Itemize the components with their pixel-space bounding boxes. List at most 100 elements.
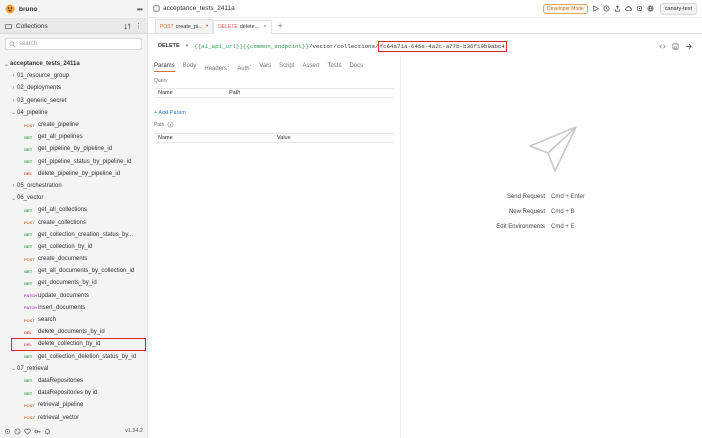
path-section: Path (154, 121, 174, 128)
chevron-right-icon: › (12, 182, 15, 189)
chevron-down-icon: ⌄ (10, 366, 17, 373)
sidebar-request[interactable]: GET get_all_documents_by_collection_id (0, 265, 147, 277)
sidebar-request[interactable]: GET get_all_collections (0, 204, 147, 216)
sort-icon[interactable] (124, 22, 131, 30)
environment-selector[interactable]: canary-test (659, 2, 697, 15)
request-method-badge: DEL (24, 329, 32, 335)
sidebar-folder[interactable]: › 02_deployments (0, 82, 147, 94)
collection-settings-icon[interactable] (636, 5, 643, 12)
sidebar-request[interactable]: GET get_pipeline_status_by_pipeline_id (0, 156, 147, 168)
close-icon[interactable]: × (263, 24, 266, 30)
save-icon[interactable] (672, 43, 679, 50)
sidebar-request[interactable]: PATCH update_documents (0, 290, 147, 302)
sidebar-request[interactable]: POST create_documents (0, 253, 147, 265)
bell-icon[interactable] (44, 428, 51, 435)
tab-headers[interactable]: Headers1 (204, 63, 229, 72)
collection-icon (153, 5, 160, 12)
tab-create-pipeline[interactable]: POST create_pi... • (155, 19, 214, 33)
heart-icon[interactable] (24, 428, 31, 435)
sidebar-request[interactable]: GET get_collection_deletion_status_by_id (0, 351, 147, 363)
request-method-badge: POST (24, 220, 35, 226)
send-arrow-icon[interactable] (685, 43, 692, 50)
runner-icon[interactable] (592, 5, 599, 12)
sidebar-request-label: delete_pipeline_by_pipeline_id (38, 170, 121, 177)
shortcut-label: Send Request (506, 193, 545, 200)
add-param-button[interactable]: + Add Param (154, 110, 186, 116)
url-input[interactable]: {{ai_api_url}} {{common_endpoint}}/vector… (194, 40, 507, 52)
sidebar-folder[interactable]: › 03_generic_secret (0, 95, 147, 107)
query-col-name: Name (158, 90, 173, 96)
more-options-icon[interactable]: ••• (137, 5, 143, 14)
sidebar-request[interactable]: POST search (0, 314, 147, 326)
code-icon[interactable] (659, 43, 666, 50)
cookie-icon[interactable] (14, 428, 21, 435)
app-version: v1.34.2 (124, 428, 143, 434)
tab-body[interactable]: Body (183, 63, 197, 72)
share-icon[interactable] (614, 5, 621, 12)
tab-headers-label: Headers (204, 66, 228, 72)
sidebar-request[interactable]: GET dataRepositories by id (0, 387, 147, 399)
collections-more-icon[interactable]: ⋮ (135, 22, 142, 30)
sidebar-folder[interactable]: ⌄ 04_pipeline (0, 107, 147, 119)
sidebar-header: bruno ••• (0, 0, 147, 18)
sidebar-folder[interactable]: ⌄ 07_retrieval (0, 363, 147, 375)
new-tab-plus-icon[interactable]: + (278, 19, 283, 33)
chevron-right-icon: › (12, 73, 15, 80)
sidebar-request[interactable]: GET get_all_pipelines (0, 131, 147, 143)
bruno-logo-icon (5, 4, 15, 14)
tab-assert[interactable]: Assert (302, 63, 319, 72)
sidebar-request-active[interactable]: DEL delete_collection_by_id (11, 338, 146, 351)
sidebar-request[interactable]: GET get_collection_creation_status_by... (0, 229, 147, 241)
sidebar-folder[interactable]: ⌄ 06_vector (0, 192, 147, 204)
tab-params[interactable]: Params (154, 63, 175, 72)
sidebar-request[interactable]: GET dataRepositories (0, 375, 147, 387)
sidebar-request-label: insert_documents (38, 304, 86, 311)
request-method-badge: GET (24, 207, 33, 213)
sidebar-request[interactable]: POST create_pipeline (0, 119, 147, 131)
sidebar-request[interactable]: GET get_collection_by_id (0, 241, 147, 253)
collection-root[interactable]: ⌄ acceptance_tests_2411a (0, 58, 147, 70)
request-method-badge: POST (24, 402, 35, 408)
clock-icon[interactable] (603, 5, 610, 12)
request-method-badge: GET (24, 146, 33, 152)
url-variable-api-url: {{ai_api_url}} (194, 42, 243, 50)
sidebar-folder-label: 05_orchestration (17, 182, 62, 189)
sidebar-request[interactable]: POST retrieval_vector (0, 411, 147, 423)
developer-mode-badge[interactable]: Developer Mode (543, 3, 588, 14)
sidebar-request[interactable]: PATCH insert_documents (0, 302, 147, 314)
request-method-badge: GET (24, 280, 33, 286)
tab-docs[interactable]: Docs (349, 63, 363, 72)
shortcuts-list: Send Request Cmd + Enter New Request Cmd… (470, 189, 630, 234)
sidebar-request[interactable]: DEL delete_pipeline_by_pipeline_id (0, 168, 147, 180)
settings-icon[interactable] (4, 428, 11, 435)
collections-header[interactable]: Collections ⋮ (0, 18, 147, 34)
collection-title[interactable]: acceptance_tests_2411a (163, 5, 235, 12)
sidebar-request-label: get_documents_by_id (38, 280, 97, 287)
sidebar-folder[interactable]: › 05_orchestration (0, 180, 147, 192)
info-icon[interactable] (167, 121, 174, 128)
environment-settings-icon[interactable] (647, 5, 654, 12)
request-method-badge: GET (24, 244, 33, 250)
pane-divider[interactable] (400, 56, 401, 438)
request-pane-tabs: Params Body Headers1 Auth* Vars Script A… (154, 63, 363, 72)
sidebar-request[interactable]: POST retrieval_pipeline (0, 399, 147, 411)
key-icon[interactable] (34, 428, 41, 435)
url-bar: DELETE ▾ {{ai_api_url}} {{common_endpoint… (148, 38, 702, 54)
sidebar-request[interactable]: GET get_documents_by_id (0, 277, 147, 289)
chevron-down-icon[interactable]: ▾ (186, 43, 189, 49)
cloud-icon[interactable] (625, 5, 632, 12)
tab-tests[interactable]: Tests (327, 63, 341, 72)
query-section-label: Query (154, 78, 168, 84)
tab-auth[interactable]: Auth* (237, 63, 251, 72)
method-selector[interactable]: DELETE (158, 43, 180, 49)
sidebar-request[interactable]: POST create_collections (0, 216, 147, 228)
query-table-header: Name Path (154, 88, 394, 98)
tab-script[interactable]: Script (279, 63, 294, 72)
sidebar-folder[interactable]: › 01_resource_group (0, 70, 147, 82)
sidebar-request[interactable]: DEL delete_documents_by_id (0, 326, 147, 338)
tab-delete-collection[interactable]: DELETE delete... × (213, 20, 272, 34)
sidebar-request[interactable]: GET get_pipeline_by_pipeline_id (0, 143, 147, 155)
sidebar-request-label: delete_collection_by_id (38, 341, 101, 348)
tab-vars[interactable]: Vars (259, 63, 271, 72)
search-input[interactable]: search (5, 38, 142, 50)
